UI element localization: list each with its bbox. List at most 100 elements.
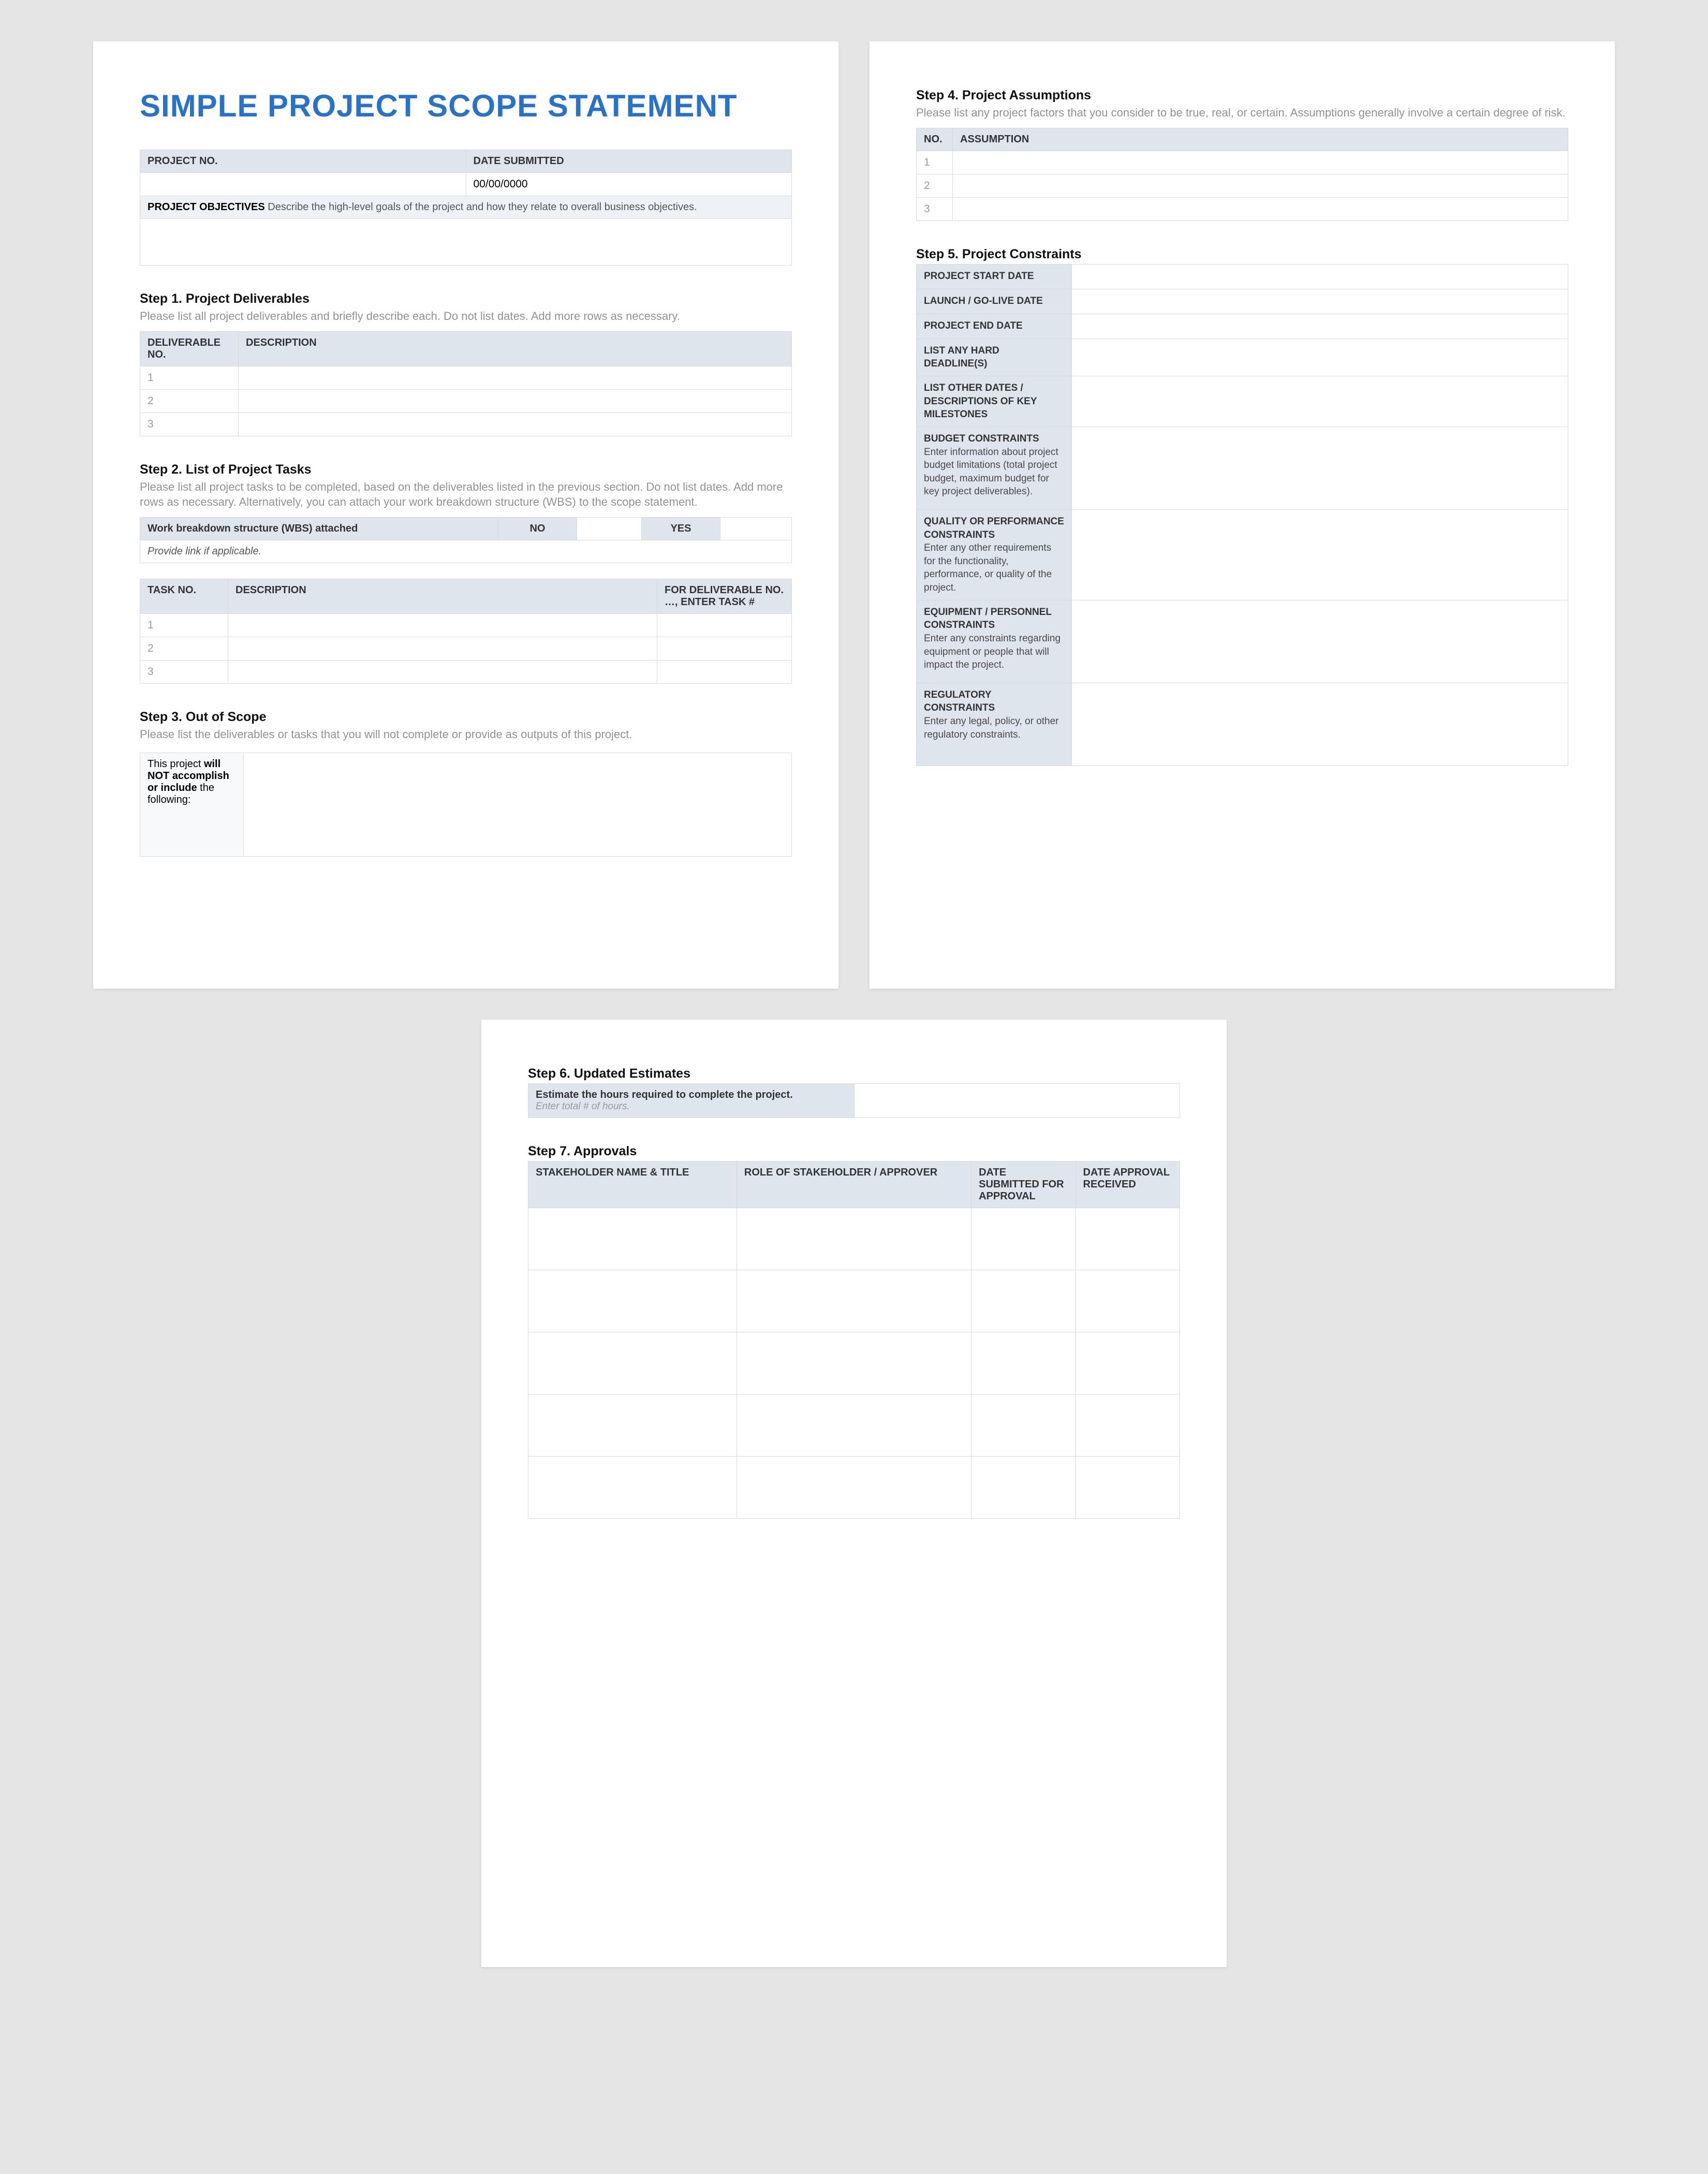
approval-cell[interactable] <box>971 1394 1076 1457</box>
constraint-value[interactable] <box>1072 600 1568 683</box>
objectives-value[interactable] <box>140 219 792 266</box>
approval-cell[interactable] <box>1076 1208 1180 1270</box>
step4-title: Step 4. Project Assumptions <box>916 88 1568 103</box>
approval-cell[interactable] <box>1076 1332 1180 1394</box>
table-row <box>528 1208 1180 1270</box>
date-submitted-value[interactable]: 00/00/0000 <box>466 173 792 196</box>
step1-desc: Please list all project deliverables and… <box>140 309 792 324</box>
constraint-value[interactable] <box>1072 683 1568 766</box>
step3-title: Step 3. Out of Scope <box>140 710 792 725</box>
constraint-label: LAUNCH / GO-LIVE DATE <box>917 289 1072 314</box>
approval-cell[interactable] <box>737 1394 971 1457</box>
oos-value[interactable] <box>244 753 792 856</box>
table-row: BUDGET CONSTRAINTSEnter information abou… <box>917 427 1568 509</box>
estimate-value[interactable] <box>854 1084 1180 1118</box>
assumption-value[interactable] <box>953 174 1568 197</box>
wbs-no-label: NO <box>498 518 577 540</box>
approval-cell[interactable] <box>971 1270 1076 1332</box>
out-of-scope-table: This project will NOT accomplish or incl… <box>140 753 792 857</box>
approval-cell[interactable] <box>528 1270 737 1332</box>
step1-title: Step 1. Project Deliverables <box>140 291 792 306</box>
approval-cell[interactable] <box>971 1332 1076 1394</box>
deliverable-no: 3 <box>140 413 239 436</box>
deliverable-no: 1 <box>140 366 239 389</box>
approval-cell[interactable] <box>737 1457 971 1519</box>
deliverables-table: DELIVERABLE NO. DESCRIPTION 1 2 3 <box>140 331 792 436</box>
constraint-value[interactable] <box>1072 289 1568 314</box>
approval-cell[interactable] <box>528 1394 737 1457</box>
constraint-label: PROJECT START DATE <box>917 264 1072 289</box>
assumption-value[interactable] <box>953 151 1568 174</box>
approval-cell[interactable] <box>737 1332 971 1394</box>
approval-cell[interactable] <box>1076 1394 1180 1457</box>
deliverable-desc[interactable] <box>239 366 792 389</box>
table-row: 2 <box>140 637 792 660</box>
constraint-value[interactable] <box>1072 376 1568 427</box>
table-row <box>528 1457 1180 1519</box>
step5-title: Step 5. Project Constraints <box>916 247 1568 262</box>
project-no-value[interactable] <box>140 173 466 196</box>
deliverable-no-header: DELIVERABLE NO. <box>140 331 239 366</box>
wbs-label: Work breakdown structure (WBS) attached <box>140 518 498 540</box>
constraint-value[interactable] <box>1072 509 1568 600</box>
approval-role-header: ROLE OF STAKEHOLDER / APPROVER <box>737 1162 971 1208</box>
approvals-table: STAKEHOLDER NAME & TITLE ROLE OF STAKEHO… <box>528 1161 1180 1519</box>
table-row: LAUNCH / GO-LIVE DATE <box>917 289 1568 314</box>
task-for-header: FOR DELIVERABLE NO. …, ENTER TASK # <box>657 579 792 614</box>
task-for[interactable] <box>657 660 792 684</box>
assumptions-table: NO. ASSUMPTION 1 2 3 <box>916 128 1568 221</box>
page-2: Step 4. Project Assumptions Please list … <box>870 41 1615 989</box>
deliverable-desc[interactable] <box>239 389 792 413</box>
step7-title: Step 7. Approvals <box>528 1144 1180 1159</box>
page-1: SIMPLE PROJECT SCOPE STATEMENT PROJECT N… <box>93 41 838 989</box>
wbs-link-hint[interactable]: Provide link if applicable. <box>140 540 792 563</box>
constraint-label: EQUIPMENT / PERSONNEL CONSTRAINTSEnter a… <box>917 600 1072 683</box>
approval-cell[interactable] <box>971 1208 1076 1270</box>
constraint-value[interactable] <box>1072 339 1568 376</box>
estimate-hint: Enter total # of hours. <box>536 1101 847 1112</box>
deliverable-desc-header: DESCRIPTION <box>239 331 792 366</box>
estimates-table: Estimate the hours required to complete … <box>528 1083 1180 1118</box>
constraint-label: LIST ANY HARD DEADLINE(S) <box>917 339 1072 376</box>
task-desc[interactable] <box>228 637 657 660</box>
approval-name-header: STAKEHOLDER NAME & TITLE <box>528 1162 737 1208</box>
constraints-table: PROJECT START DATELAUNCH / GO-LIVE DATEP… <box>916 264 1568 766</box>
table-row: EQUIPMENT / PERSONNEL CONSTRAINTSEnter a… <box>917 600 1568 683</box>
wbs-no-value[interactable] <box>577 518 642 540</box>
approval-cell[interactable] <box>971 1457 1076 1519</box>
assumption-value[interactable] <box>953 197 1568 221</box>
date-submitted-header: DATE SUBMITTED <box>466 150 792 173</box>
table-row <box>528 1394 1180 1457</box>
approval-submitted-header: DATE SUBMITTED FOR APPROVAL <box>971 1162 1076 1208</box>
table-row: 2 <box>917 174 1568 197</box>
approval-cell[interactable] <box>1076 1270 1180 1332</box>
task-no: 2 <box>140 637 228 660</box>
tasks-table: TASK NO. DESCRIPTION FOR DELIVERABLE NO.… <box>140 579 792 684</box>
constraint-value[interactable] <box>1072 314 1568 339</box>
wbs-yes-value[interactable] <box>720 518 792 540</box>
task-for[interactable] <box>657 614 792 637</box>
task-for[interactable] <box>657 637 792 660</box>
approval-cell[interactable] <box>528 1208 737 1270</box>
constraint-value[interactable] <box>1072 427 1568 509</box>
table-row: PROJECT START DATE <box>917 264 1568 289</box>
approval-cell[interactable] <box>737 1208 971 1270</box>
oos-label-cell: This project will NOT accomplish or incl… <box>140 753 244 856</box>
task-desc[interactable] <box>228 660 657 684</box>
approval-cell[interactable] <box>737 1270 971 1332</box>
estimate-label-cell: Estimate the hours required to complete … <box>528 1084 855 1118</box>
table-row: LIST OTHER DATES / DESCRIPTIONS OF KEY M… <box>917 376 1568 427</box>
approval-cell[interactable] <box>1076 1457 1180 1519</box>
task-desc[interactable] <box>228 614 657 637</box>
step2-desc: Please list all project tasks to be comp… <box>140 479 792 510</box>
approval-cell[interactable] <box>528 1332 737 1394</box>
table-row: 1 <box>140 366 792 389</box>
constraint-value[interactable] <box>1072 264 1568 289</box>
deliverable-desc[interactable] <box>239 413 792 436</box>
page-3: Step 6. Updated Estimates Estimate the h… <box>481 1020 1227 1967</box>
deliverable-no: 2 <box>140 389 239 413</box>
table-row: 3 <box>140 413 792 436</box>
table-row: 2 <box>140 389 792 413</box>
table-row: LIST ANY HARD DEADLINE(S) <box>917 339 1568 376</box>
approval-cell[interactable] <box>528 1457 737 1519</box>
